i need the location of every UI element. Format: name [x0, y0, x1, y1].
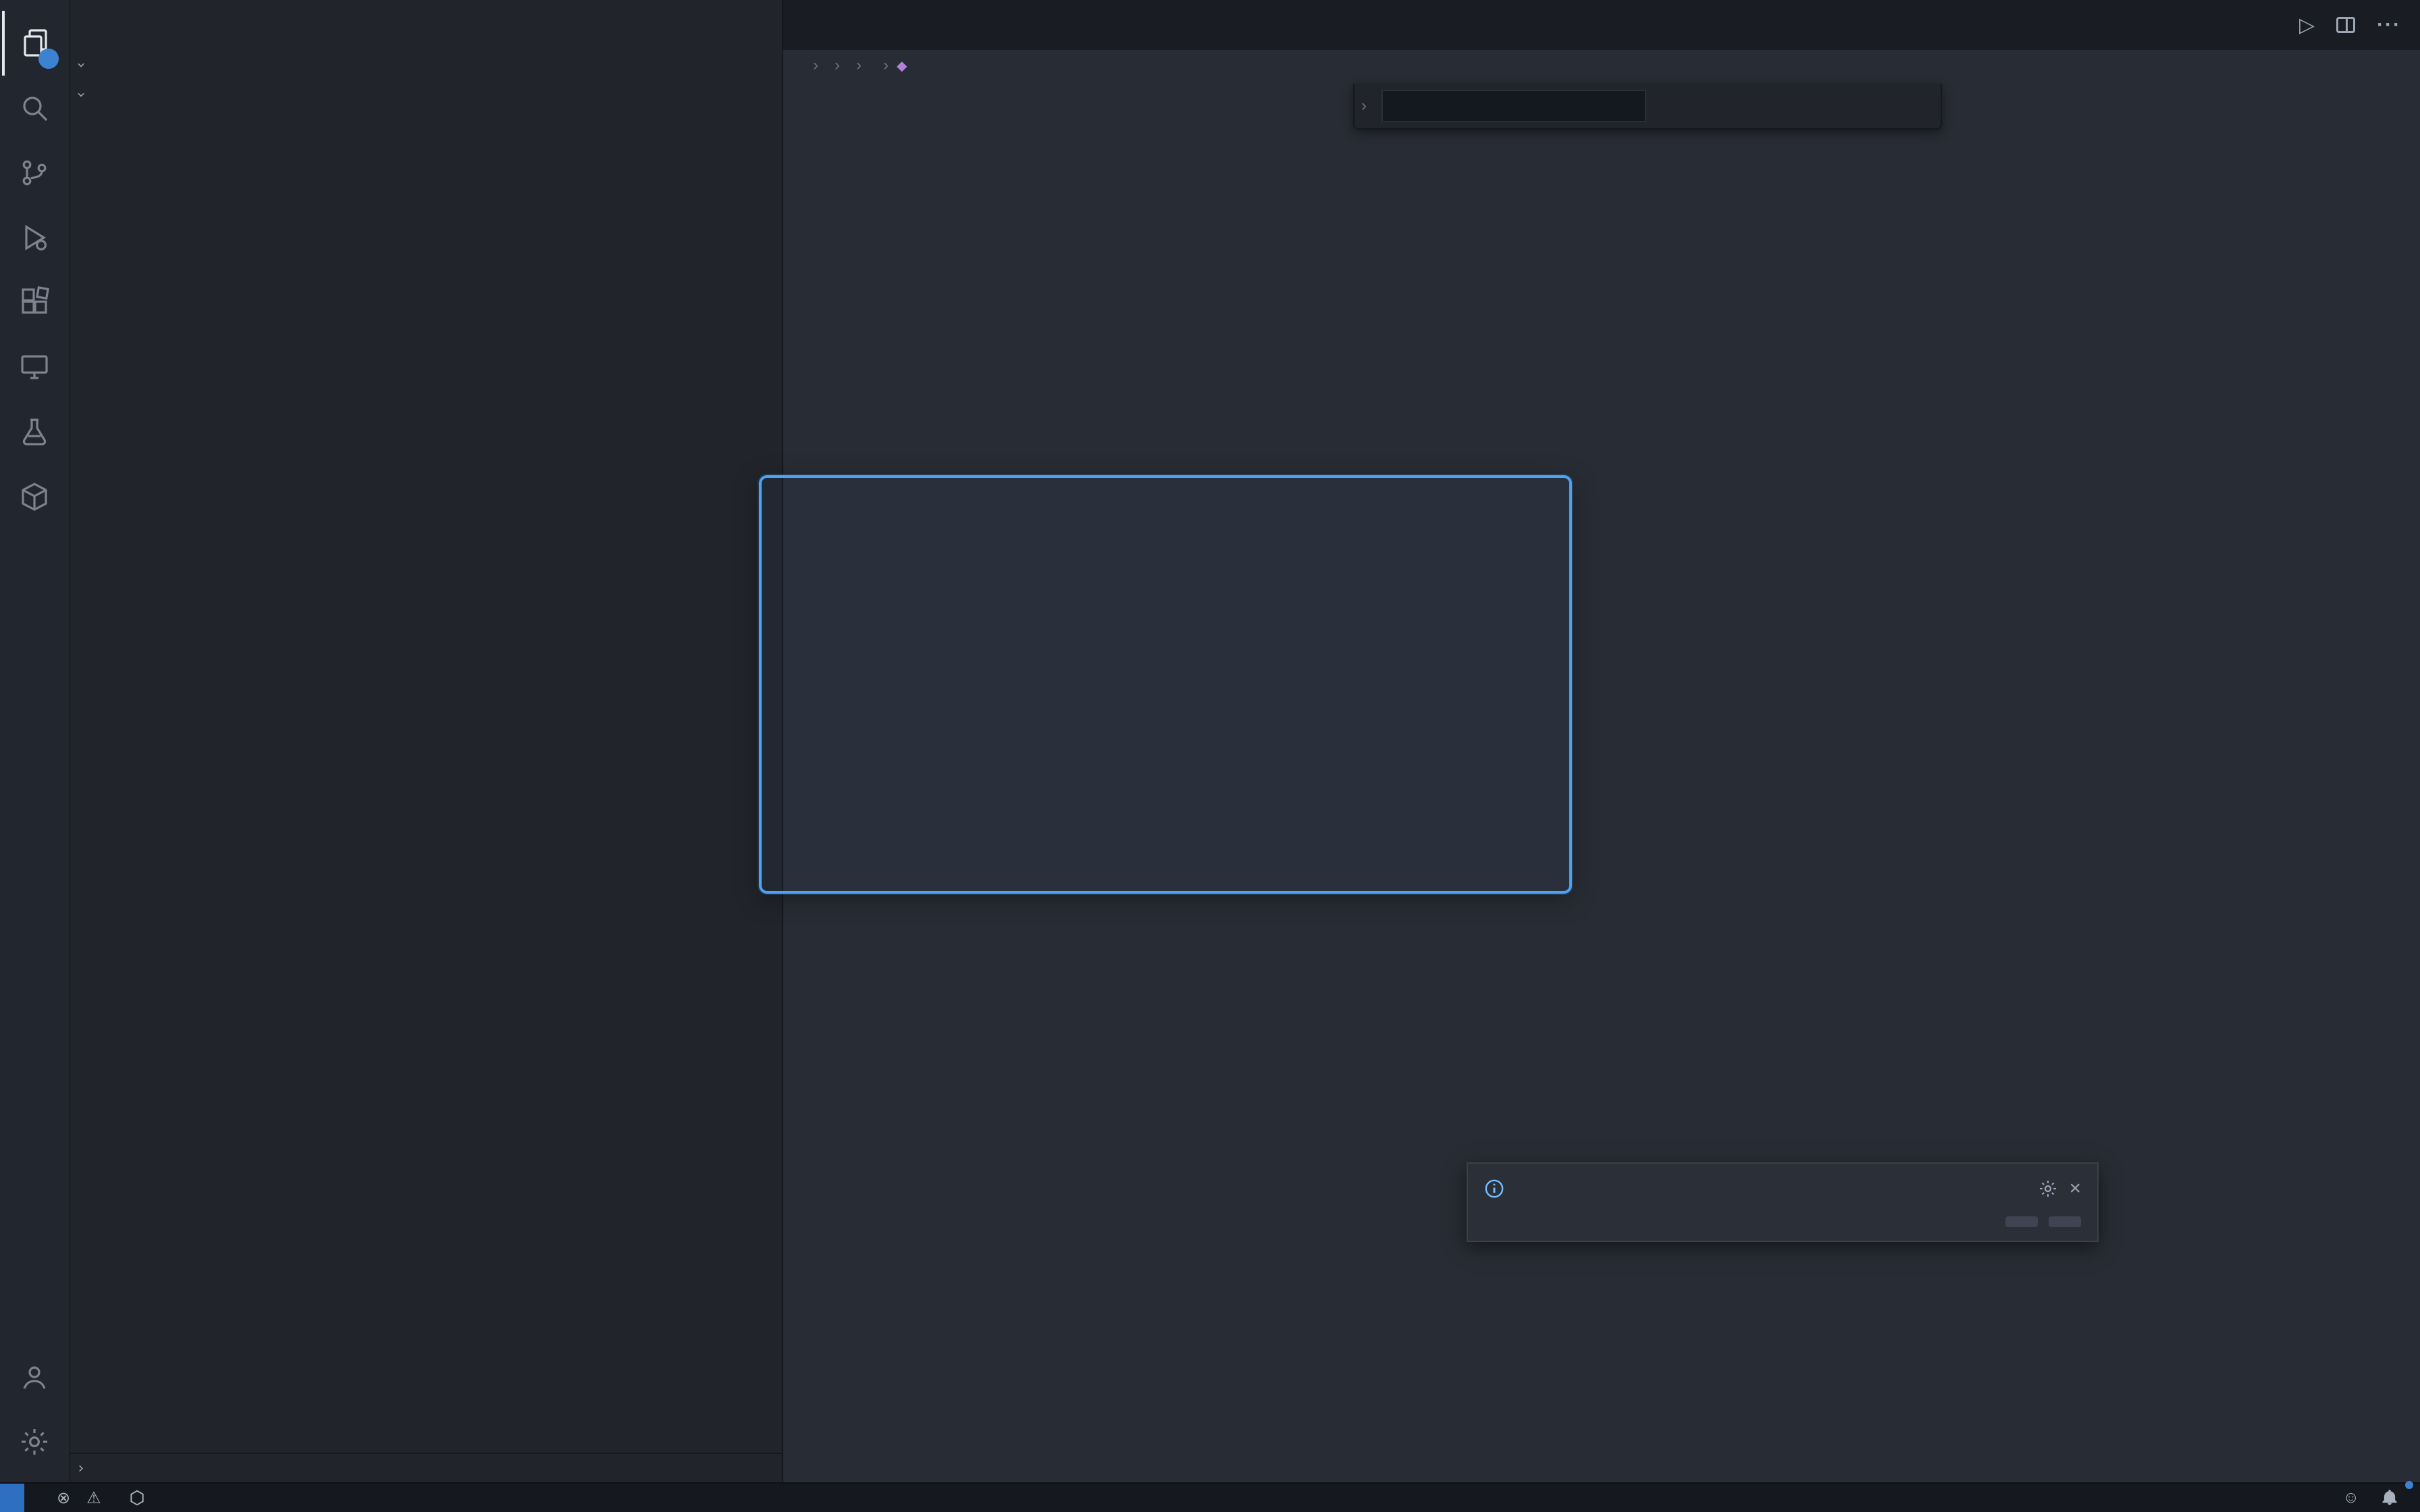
- status-bar: ⊗ ⚠ ☺: [0, 1482, 2420, 1512]
- minimap[interactable]: [1999, 81, 2167, 1482]
- split-editor-icon[interactable]: [2336, 17, 2355, 33]
- encoding[interactable]: [2267, 1484, 2288, 1512]
- problems-indicator[interactable]: ⊗ ⚠: [46, 1484, 117, 1512]
- notification-toast: ×: [1467, 1162, 2099, 1242]
- chevron-down-icon: ›: [73, 54, 90, 76]
- run-python-file-icon[interactable]: ▷: [2299, 14, 2315, 37]
- editor-group: ▷ ··· › › › › ◆: [783, 0, 2420, 1482]
- notifications-bell-icon[interactable]: [2370, 1484, 2409, 1512]
- cursor-position[interactable]: [2224, 1484, 2245, 1512]
- warning-icon: ⚠: [86, 1488, 101, 1508]
- find-widget: ›: [1353, 84, 1942, 130]
- breadcrumb: › › › › ◆: [783, 50, 2420, 81]
- chevron-right-icon: ›: [835, 56, 840, 75]
- show-recommendations-button[interactable]: [2049, 1216, 2081, 1227]
- eol-sequence[interactable]: [2288, 1484, 2310, 1512]
- remote-indicator[interactable]: [0, 1484, 24, 1512]
- run-debug-icon[interactable]: [2, 205, 67, 270]
- tab-bar: ▷ ···: [783, 0, 2420, 50]
- find-collapse-icon[interactable]: ›: [1357, 97, 1371, 115]
- project-section-header[interactable]: ›: [70, 80, 782, 109]
- language-mode[interactable]: [2310, 1484, 2332, 1512]
- tabnine-icon: [128, 1489, 146, 1507]
- info-icon: [1484, 1179, 1504, 1199]
- chevron-down-icon: ›: [73, 84, 90, 105]
- extensions-icon[interactable]: [2, 270, 67, 335]
- chevron-right-icon: ›: [70, 1460, 92, 1477]
- open-editors-header[interactable]: ›: [70, 50, 782, 80]
- breadcrumb-symbol[interactable]: ◆: [897, 57, 912, 74]
- find-input[interactable]: [1391, 97, 1567, 115]
- indentation[interactable]: [2245, 1484, 2267, 1512]
- find-input-wrap: [1382, 90, 1646, 122]
- chevron-right-icon: ›: [883, 56, 889, 75]
- symbol-method-icon: ◆: [897, 57, 907, 74]
- source-control-icon[interactable]: [2, 140, 67, 205]
- explorer-icon[interactable]: [2, 11, 67, 76]
- notification-settings-icon[interactable]: [2038, 1179, 2058, 1199]
- editor-actions: ▷ ···: [2299, 0, 2420, 50]
- package-icon[interactable]: [2, 464, 67, 529]
- activity-bar: [0, 0, 70, 1482]
- explorer-badge: [38, 49, 59, 69]
- outline-section-header[interactable]: ›: [70, 1453, 782, 1482]
- editor[interactable]: [783, 81, 2420, 1482]
- sidebar-title: [70, 0, 782, 50]
- chevron-right-icon: ›: [813, 56, 818, 75]
- vscode-window: › › › ▷ ··· › ›: [0, 0, 2420, 1512]
- chevron-right-icon: ›: [856, 56, 862, 75]
- install-button[interactable]: [2005, 1216, 2038, 1227]
- notification-close-icon[interactable]: ×: [2069, 1177, 2081, 1200]
- feedback-icon[interactable]: ☺: [2332, 1484, 2370, 1512]
- remote-explorer-icon[interactable]: [2, 335, 67, 400]
- search-icon[interactable]: [2, 76, 67, 140]
- sidebar-explorer: › › ›: [70, 0, 783, 1482]
- python-interpreter[interactable]: [24, 1484, 46, 1512]
- error-icon: ⊗: [57, 1488, 70, 1508]
- more-actions-icon[interactable]: ···: [2377, 14, 2401, 36]
- overview-ruler: [2401, 81, 2420, 1482]
- bell-badge-dot: [2405, 1481, 2413, 1489]
- settings-gear-icon[interactable]: [2, 1409, 67, 1474]
- tabnine-status[interactable]: [117, 1484, 162, 1512]
- account-icon[interactable]: [2, 1345, 67, 1409]
- test-beaker-icon[interactable]: [2, 400, 67, 464]
